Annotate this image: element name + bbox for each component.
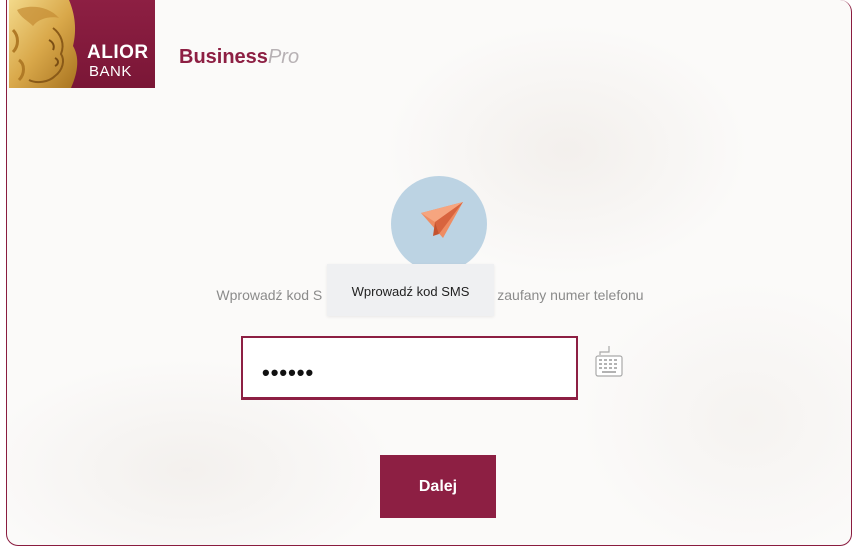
virtual-keyboard-icon[interactable]: [594, 344, 624, 380]
logo-wordmark-bank: BANK: [89, 63, 132, 80]
instruction-end: zaufany numer telefonu: [497, 287, 644, 303]
instruction-start: Wprowadź kod S: [216, 287, 323, 303]
paper-plane-icon: [421, 202, 463, 238]
sms-code-tooltip: Wprowadź kod SMS: [327, 264, 494, 316]
product-name-bold: Business: [179, 46, 268, 68]
login-panel: ALIOR BANK BusinessPro Wprowadź kod S zau…: [6, 0, 852, 546]
next-button[interactable]: Dalej: [380, 455, 496, 518]
sms-illustration: [391, 176, 487, 272]
logo-wordmark-alior: ALIOR: [87, 42, 149, 63]
goddess-head-logo-icon: [9, 0, 78, 88]
product-name: BusinessPro: [179, 46, 299, 69]
sms-code-input[interactable]: [241, 336, 578, 400]
alior-bank-logo: ALIOR BANK: [9, 0, 155, 88]
product-name-light: Pro: [267, 46, 300, 68]
